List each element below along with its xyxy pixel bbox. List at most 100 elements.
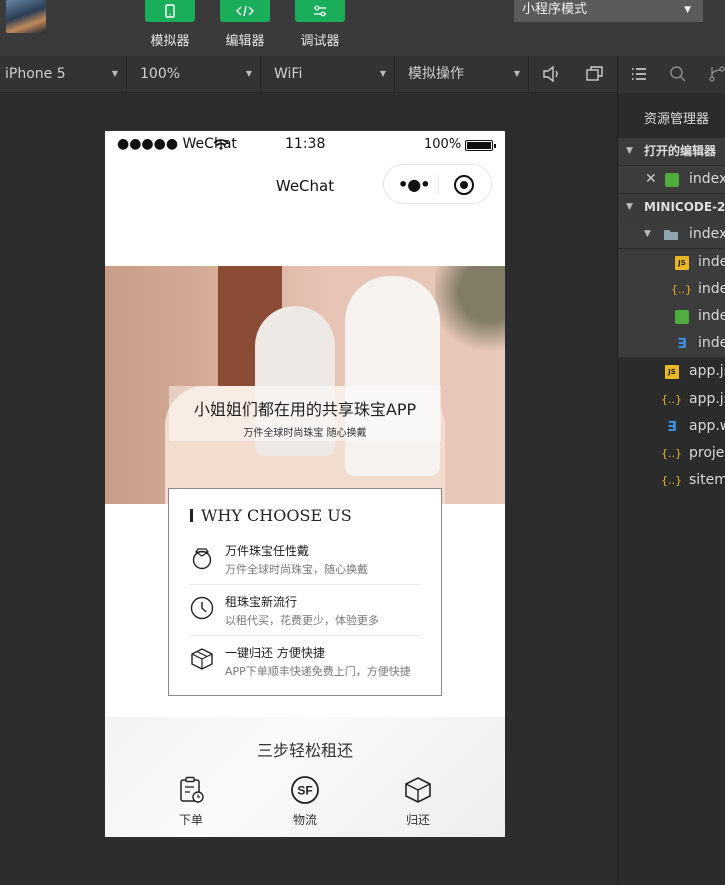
wxml-file-icon xyxy=(665,173,679,187)
file-name: inde xyxy=(698,308,725,324)
editor-tool[interactable]: 编辑器 xyxy=(217,0,273,49)
why-heading: WHY CHOOSE US xyxy=(190,506,352,525)
wechat-navbar: WeChat •●• xyxy=(105,159,505,211)
folder-row[interactable]: ▼ index xyxy=(618,221,725,248)
code-icon xyxy=(236,5,254,17)
steps-section: 三步轻松租还 下单 SF 物流 归还 xyxy=(105,717,505,837)
operation-select[interactable]: 模拟操作 ▼ xyxy=(403,56,529,92)
debugger-tool[interactable]: 调试器 xyxy=(292,0,348,49)
json-file-icon: {..} xyxy=(661,393,682,406)
why-choose-us-card: WHY CHOOSE US 万件珠宝任性戴 万件全球时尚珠宝，随心换戴 租珠宝新… xyxy=(168,488,442,696)
hero-headline: 小姐姐们都在用的共享珠宝APP xyxy=(193,400,417,419)
file-row[interactable]: {..} proje xyxy=(618,440,725,467)
open-editors-header[interactable]: ▼ 打开的编辑器 xyxy=(618,138,725,165)
file-name: inde xyxy=(698,335,725,351)
menu-capsule[interactable]: •●• xyxy=(383,164,492,204)
user-avatar[interactable] xyxy=(6,0,46,33)
why-item-desc: 以租代买，花费更少，体验更多 xyxy=(225,614,379,627)
open-editor-filename: index xyxy=(689,171,725,187)
chevron-down-icon: ▼ xyxy=(245,69,252,78)
phone-icon xyxy=(165,4,175,18)
editor-label: 编辑器 xyxy=(225,34,265,49)
file-name: app.w xyxy=(689,418,725,434)
explorer-title: 资源管理器 xyxy=(644,112,710,127)
operation-select-value: 模拟操作 xyxy=(408,66,464,82)
file-row[interactable]: ∃ app.w xyxy=(618,413,725,440)
battery-percent: 100% xyxy=(424,137,462,152)
close-miniprogram-icon[interactable] xyxy=(454,175,474,195)
activity-bar xyxy=(618,56,725,93)
source-control-icon[interactable] xyxy=(708,65,725,83)
network-select[interactable]: WiFi ▼ xyxy=(269,56,395,92)
why-heading-text: WHY CHOOSE US xyxy=(201,506,352,525)
zoom-select[interactable]: 100% ▼ xyxy=(135,56,261,92)
device-select-value: iPhone 5 xyxy=(5,66,66,82)
why-item-desc: APP下单顺丰快递免费上门，方便快捷 xyxy=(225,665,411,678)
step-label: 物流 xyxy=(292,813,317,827)
step-label: 归还 xyxy=(405,813,430,827)
chevron-down-icon: ▼ xyxy=(684,5,691,15)
file-row[interactable]: JS inde xyxy=(618,249,725,276)
chevron-down-icon: ▼ xyxy=(111,69,118,78)
json-file-icon: {..} xyxy=(671,283,692,296)
project-header[interactable]: ▼ MINICODE-2 xyxy=(618,194,725,221)
simulator-tool[interactable]: 模拟器 xyxy=(142,0,198,49)
project-name: MINICODE-2 xyxy=(644,200,725,214)
zoom-select-value: 100% xyxy=(140,66,181,82)
file-name: app.js xyxy=(689,391,725,407)
file-row[interactable]: inde xyxy=(618,303,725,330)
debugger-button[interactable] xyxy=(295,0,345,22)
step-order[interactable]: 下单 xyxy=(161,775,221,828)
step-return[interactable]: 归还 xyxy=(388,775,448,828)
simulator-button[interactable] xyxy=(145,0,195,22)
sf-logo-text: SF xyxy=(297,784,312,798)
file-row[interactable]: ∃ inde xyxy=(618,330,725,357)
close-icon[interactable]: ✕ xyxy=(645,166,657,193)
more-icon[interactable]: •●• xyxy=(398,175,430,194)
file-name: inde xyxy=(698,281,725,297)
network-select-value: WiFi xyxy=(274,66,303,82)
hero-subline: 万件全球时尚珠宝 随心换戴 xyxy=(243,428,367,439)
status-time: 11:38 xyxy=(285,136,326,152)
ring-icon xyxy=(192,548,212,570)
debugger-label: 调试器 xyxy=(300,34,340,49)
sf-logo-icon: SF xyxy=(291,776,319,804)
step-logistics[interactable]: SF 物流 xyxy=(275,775,335,828)
box-icon xyxy=(405,777,431,803)
mode-select-value: 小程序模式 xyxy=(522,2,588,17)
file-row[interactable]: JS app.js xyxy=(618,358,725,385)
detach-window-icon[interactable] xyxy=(585,65,605,83)
clipboard-icon xyxy=(180,776,204,803)
why-item-title: 一键归还 方便快捷 xyxy=(225,646,325,660)
files-list-icon[interactable] xyxy=(630,65,648,83)
editor-button[interactable] xyxy=(220,0,270,22)
heading-bar xyxy=(190,509,193,522)
file-row[interactable]: {..} inde xyxy=(618,276,725,303)
step-label: 下单 xyxy=(178,813,203,827)
file-row[interactable]: {..} app.js xyxy=(618,386,725,413)
folder-name: index xyxy=(689,226,725,242)
why-item-title: 租珠宝新流行 xyxy=(225,595,298,609)
chevron-down-icon: ▼ xyxy=(626,146,633,156)
open-editor-item[interactable]: ✕ index xyxy=(618,166,725,193)
phone-screen: ●●●●● WeChat 11:38 100% WeChat •●• 小姐姐们都… xyxy=(105,131,505,837)
file-name: proje xyxy=(689,445,725,461)
volume-icon[interactable] xyxy=(542,65,562,83)
device-select[interactable]: iPhone 5 ▼ xyxy=(0,56,127,92)
file-row[interactable]: {..} sitem xyxy=(618,467,725,494)
file-name: inde xyxy=(698,254,725,270)
mode-select[interactable]: 小程序模式 ▼ xyxy=(514,0,703,22)
chevron-down-icon: ▼ xyxy=(626,202,633,212)
steps-title: 三步轻松租还 xyxy=(256,741,353,760)
why-item: 一键归还 方便快捷 APP下单顺丰快递免费上门，方便快捷 xyxy=(189,636,421,687)
hero-banner[interactable]: 小姐姐们都在用的共享珠宝APP 万件全球时尚珠宝 随心换戴 xyxy=(105,266,505,504)
simulator-label: 模拟器 xyxy=(150,34,190,49)
battery-icon xyxy=(465,140,496,151)
clock-icon xyxy=(190,596,214,620)
search-icon[interactable] xyxy=(669,65,687,83)
file-name: sitem xyxy=(689,472,725,488)
wxml-file-icon xyxy=(675,310,689,324)
js-file-icon: JS xyxy=(665,365,679,379)
status-bar: ●●●●● WeChat 11:38 100% xyxy=(105,131,505,159)
open-editors-label: 打开的编辑器 xyxy=(644,144,717,158)
